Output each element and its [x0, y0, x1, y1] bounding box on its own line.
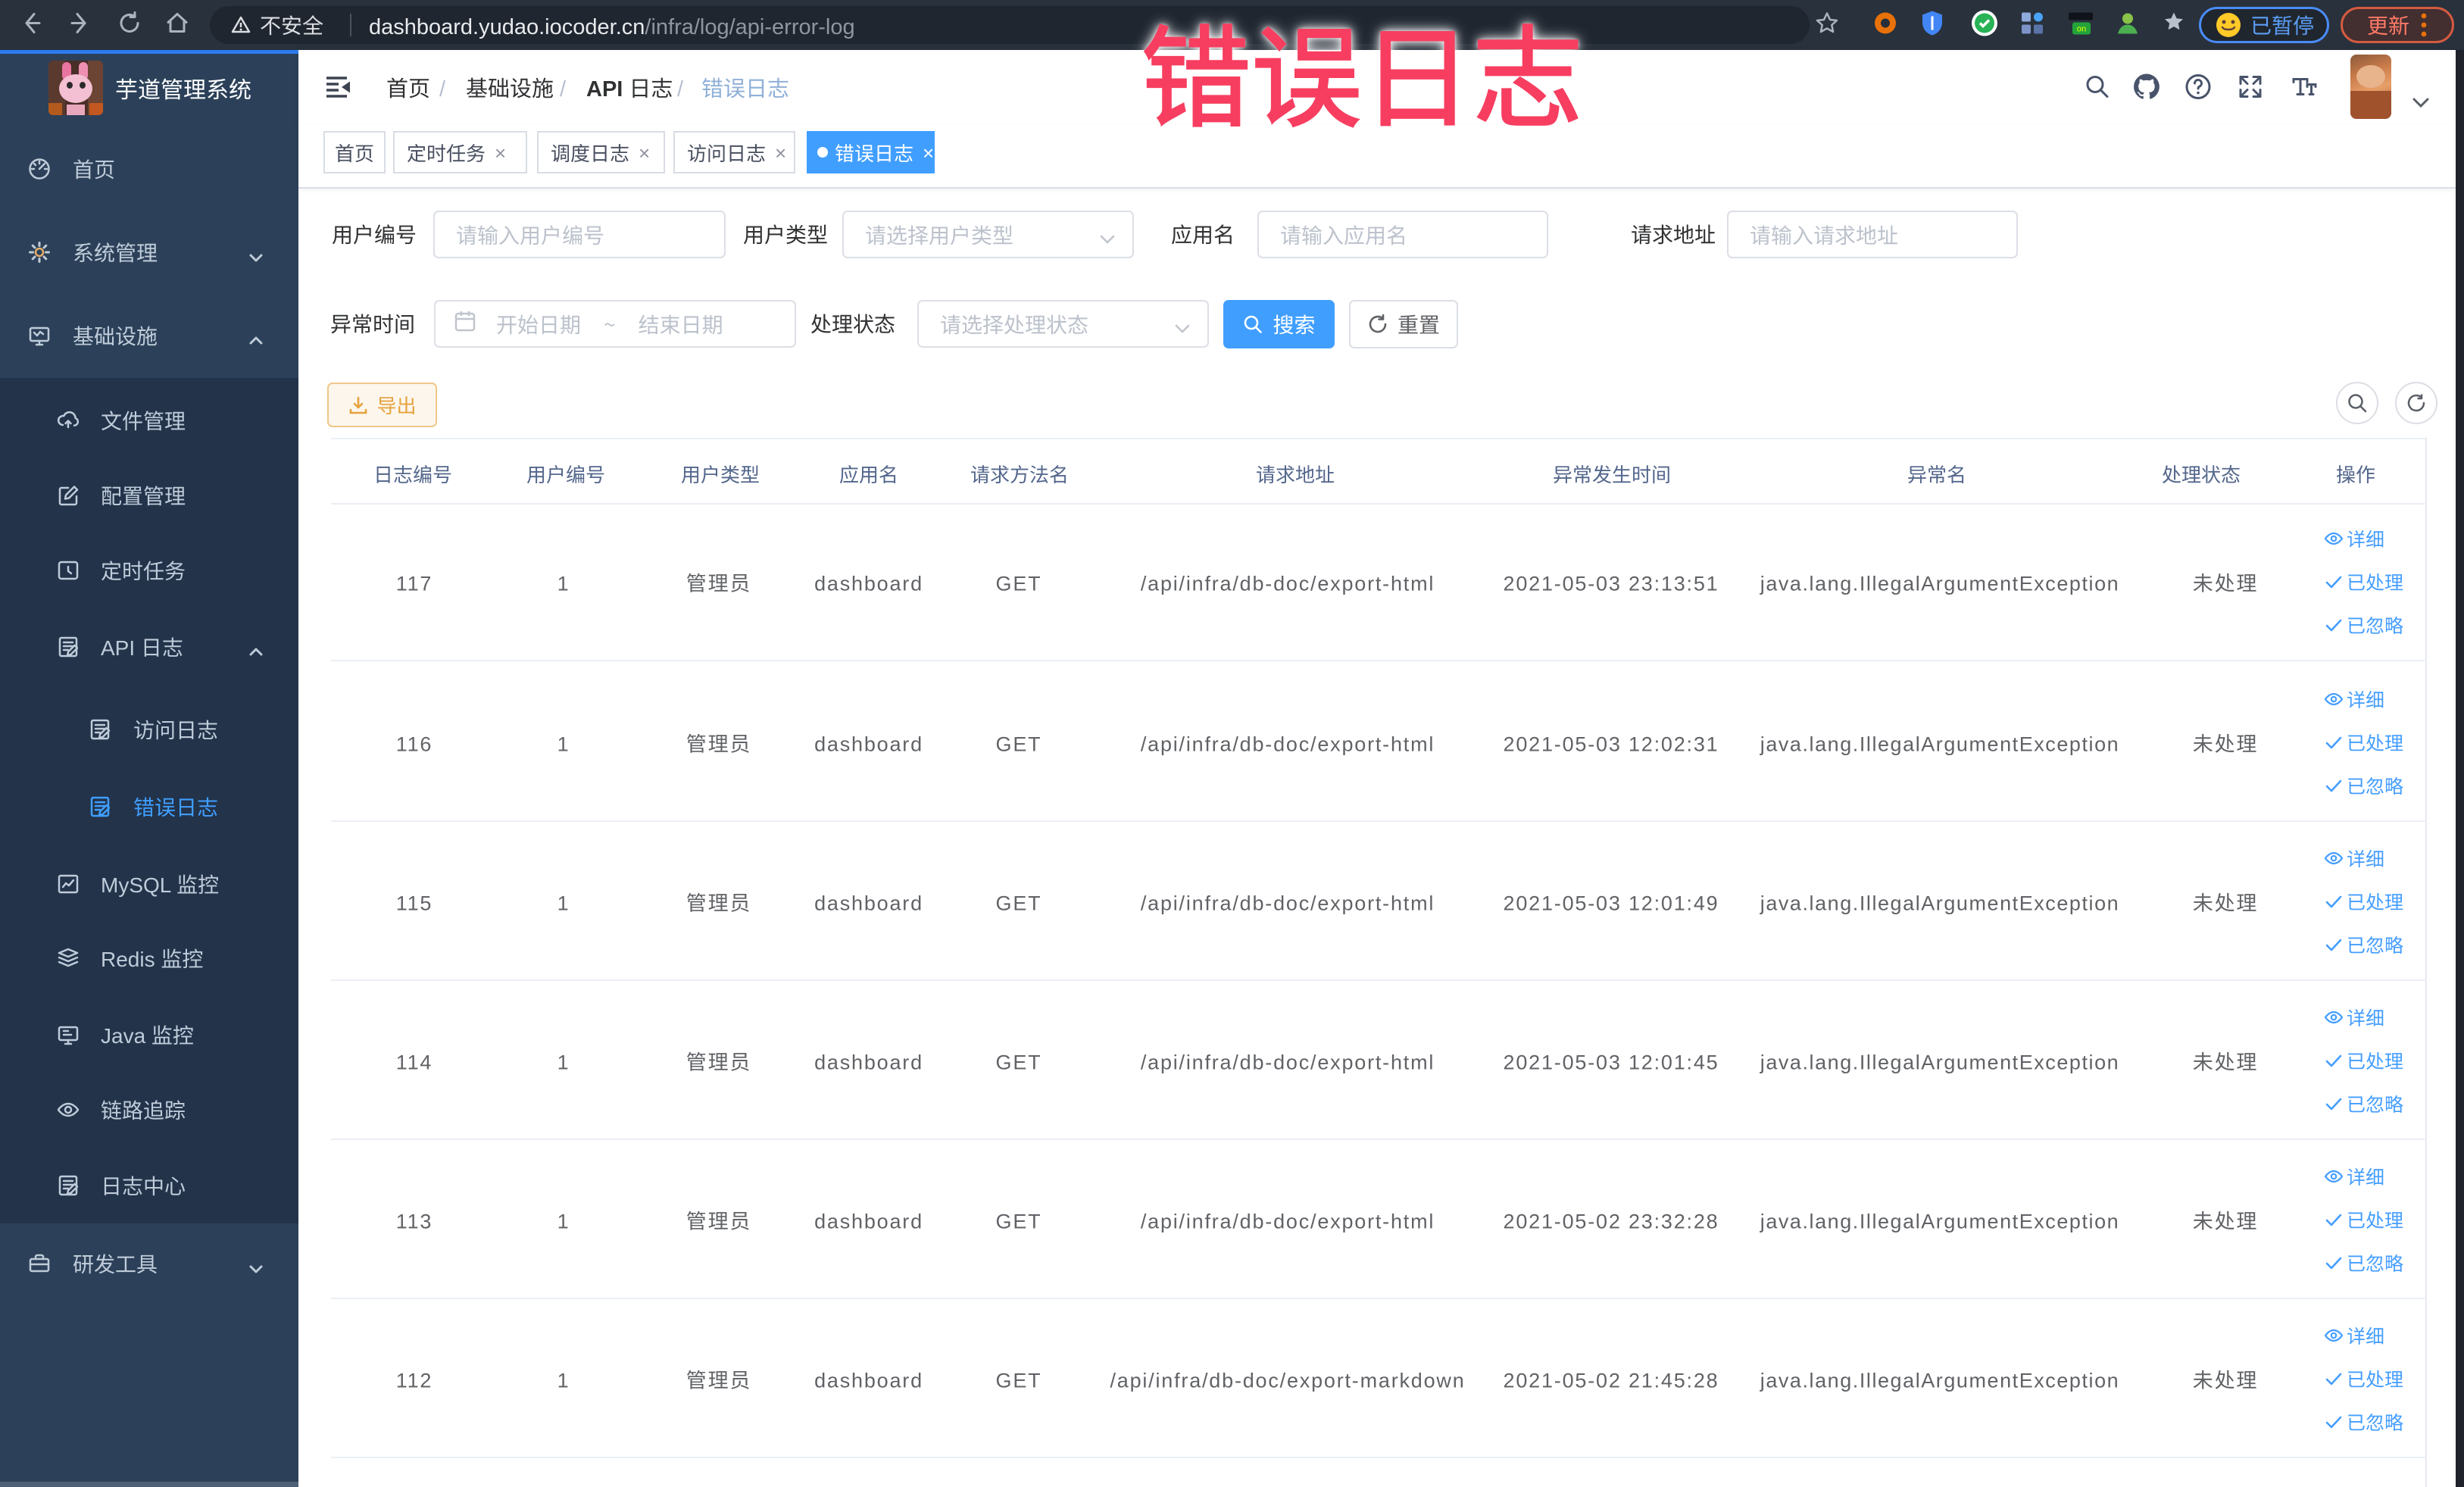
- svg-text:on: on: [2077, 25, 2086, 34]
